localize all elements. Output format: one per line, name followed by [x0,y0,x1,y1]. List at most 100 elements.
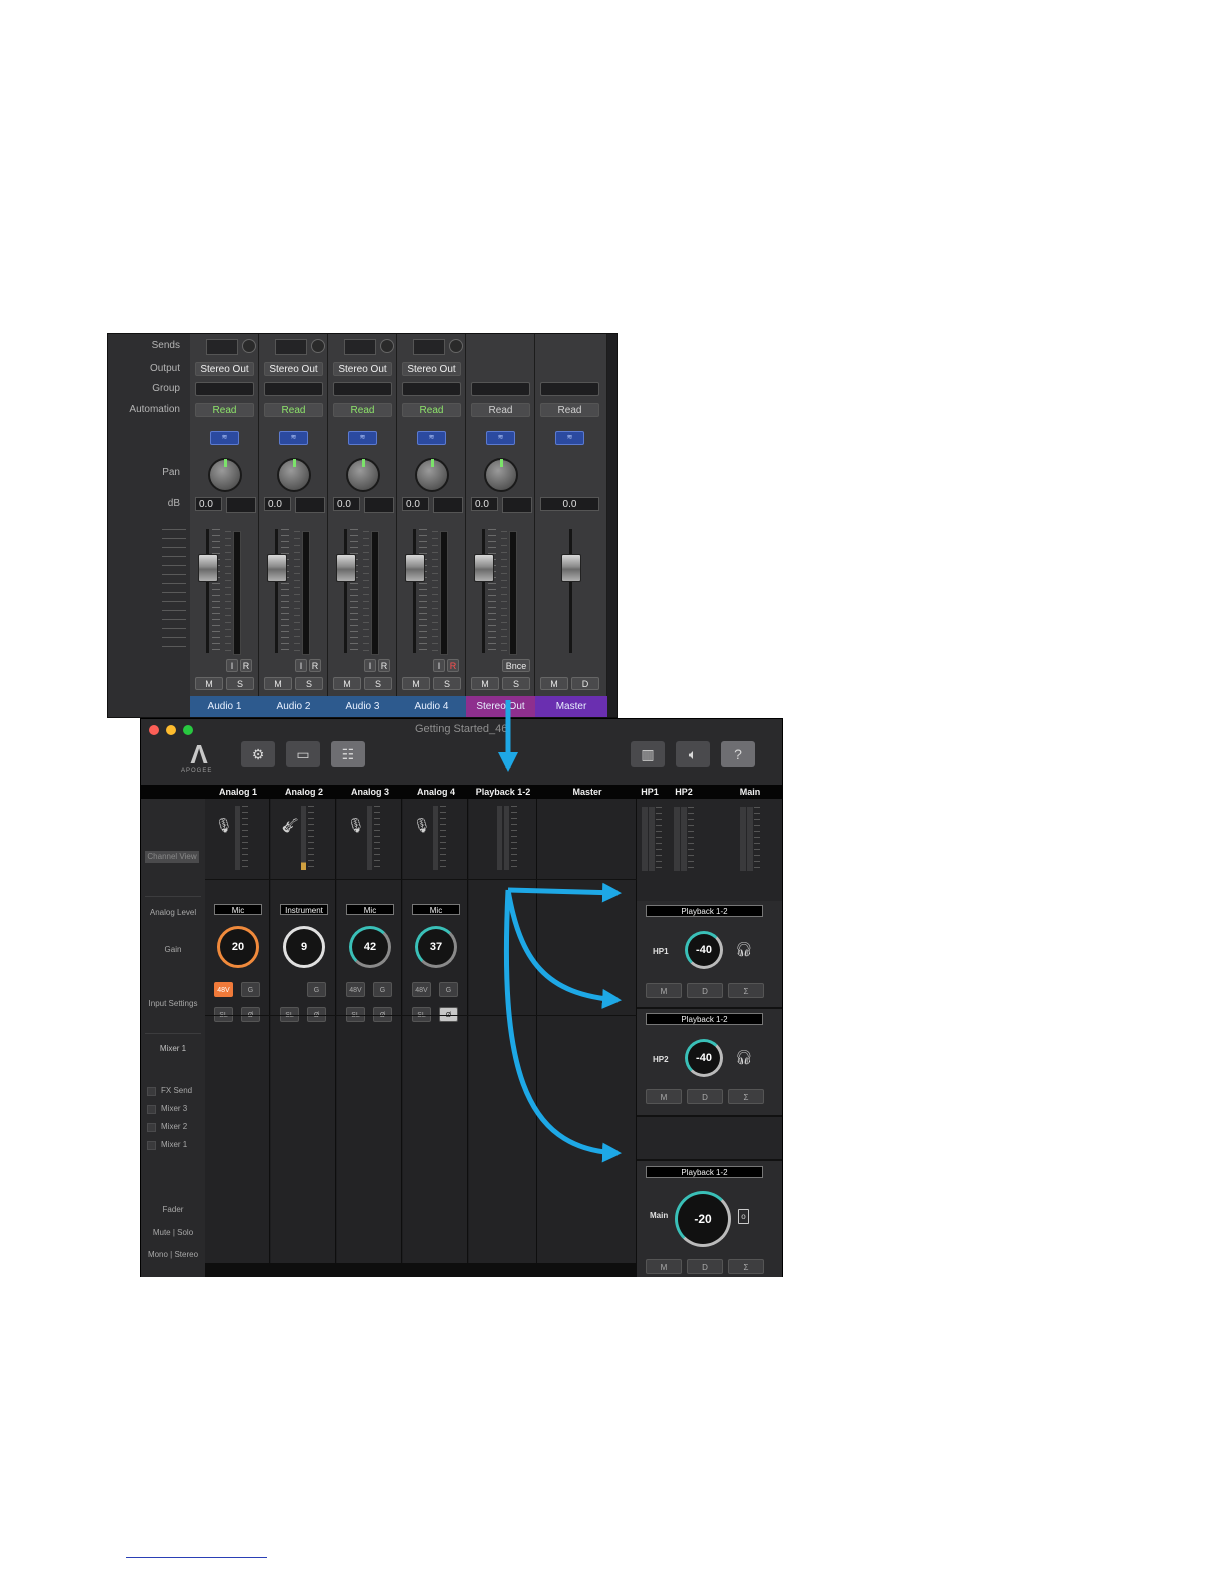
volume-fader[interactable] [474,554,494,582]
mute-button[interactable]: M [471,677,499,690]
hp1-mute-button[interactable]: M [646,983,682,998]
solo-button[interactable]: S [433,677,461,690]
volume-readout[interactable]: 0.0 [540,497,599,511]
send-slot[interactable] [206,339,238,355]
volume-readout[interactable]: 0.0 [471,497,498,511]
gain-knob[interactable]: 20 [217,926,259,968]
pan-knob[interactable] [484,458,518,492]
channel-name[interactable]: Audio 1 [190,696,259,717]
volume-fader[interactable] [198,554,218,582]
input-source-select[interactable]: Instrument [280,904,328,915]
zoom-button[interactable] [183,725,193,735]
fx-send-checkbox[interactable] [147,1087,156,1096]
phantom-power-button[interactable]: 48V [412,982,431,997]
main-sum-button[interactable]: Σ [728,1259,764,1274]
meters-icon[interactable]: ▥ [631,741,665,767]
output-button[interactable]: Stereo Out [402,362,461,376]
input-source-select[interactable]: Mic [346,904,394,915]
output-button[interactable]: Stereo Out [195,362,254,376]
pan-knob[interactable] [415,458,449,492]
hp1-sum-button[interactable]: Σ [728,983,764,998]
volume-readout[interactable]: 0.0 [333,497,360,511]
hp2-sum-button[interactable]: Σ [728,1089,764,1104]
main-dim-button[interactable]: D [687,1259,723,1274]
gain-knob[interactable]: 37 [415,926,457,968]
volume-fader[interactable] [561,554,581,582]
dim-button[interactable]: D [571,677,599,690]
automation-button[interactable]: Read [540,403,599,417]
mute-button[interactable]: M [333,677,361,690]
mute-button[interactable]: M [195,677,223,690]
group-button[interactable]: G [439,982,458,997]
bounce-button[interactable]: Bnce [502,659,530,672]
input-monitor-button[interactable]: I [364,659,376,672]
mixer-2-checkbox[interactable] [147,1123,156,1132]
channel-name[interactable]: Audio 3 [328,696,397,717]
gain-knob[interactable]: 9 [283,926,325,968]
main-source-select[interactable]: Playback 1-2 [646,1166,763,1178]
record-enable-button[interactable]: R [447,659,459,672]
send-knob[interactable] [242,339,256,353]
automation-button[interactable]: Read [195,403,254,417]
solo-button[interactable]: S [364,677,392,690]
close-button[interactable] [149,725,159,735]
output-button[interactable]: Stereo Out [264,362,323,376]
output-button[interactable]: Stereo Out [333,362,392,376]
channel-view-button[interactable]: Channel View [145,851,199,863]
hp1-level-knob[interactable]: -40 [685,931,723,969]
input-source-select[interactable]: Mic [214,904,262,915]
hp2-source-select[interactable]: Playback 1-2 [646,1013,763,1025]
record-enable-button[interactable]: R [240,659,252,672]
speaker-icon[interactable]: 🔈︎ [676,741,710,767]
main-level-knob[interactable]: -20 [675,1191,731,1247]
channel-name[interactable]: Master [535,696,607,717]
volume-readout[interactable]: 0.0 [195,497,222,511]
mixer-label[interactable]: Mixer 1 [141,1044,205,1053]
waveform-icon[interactable]: ≋ [279,431,308,445]
mute-button[interactable]: M [402,677,430,690]
send-knob[interactable] [311,339,325,353]
hp2-mute-button[interactable]: M [646,1089,682,1104]
record-enable-button[interactable]: R [378,659,390,672]
record-enable-button[interactable]: R [309,659,321,672]
mixer-view-icon[interactable]: ☷ [331,741,365,767]
mixer-3-checkbox[interactable] [147,1105,156,1114]
send-slot[interactable] [413,339,445,355]
hp1-source-select[interactable]: Playback 1-2 [646,905,763,917]
volume-readout[interactable]: 0.0 [402,497,429,511]
main-mute-button[interactable]: M [646,1259,682,1274]
volume-fader[interactable] [405,554,425,582]
group-button[interactable]: G [373,982,392,997]
pan-knob[interactable] [208,458,242,492]
volume-fader[interactable] [336,554,356,582]
automation-button[interactable]: Read [471,403,530,417]
input-monitor-button[interactable]: I [226,659,238,672]
automation-button[interactable]: Read [402,403,461,417]
settings-gear-icon[interactable]: ⚙ [241,741,275,767]
help-icon[interactable]: ? [721,741,755,767]
send-knob[interactable] [449,339,463,353]
group-slot[interactable] [333,382,392,396]
channel-name[interactable]: Audio 4 [397,696,466,717]
minimize-button[interactable] [166,725,176,735]
solo-button[interactable]: S [226,677,254,690]
solo-button[interactable]: S [295,677,323,690]
send-slot[interactable] [275,339,307,355]
group-slot[interactable] [471,382,530,396]
waveform-icon[interactable]: ≋ [486,431,515,445]
automation-button[interactable]: Read [264,403,323,417]
hp2-dim-button[interactable]: D [687,1089,723,1104]
group-slot[interactable] [264,382,323,396]
waveform-icon[interactable]: ≋ [210,431,239,445]
group-slot[interactable] [540,382,599,396]
automation-button[interactable]: Read [333,403,392,417]
input-monitor-button[interactable]: I [433,659,445,672]
pan-knob[interactable] [346,458,380,492]
input-source-select[interactable]: Mic [412,904,460,915]
phantom-power-button[interactable]: 48V [346,982,365,997]
waveform-icon[interactable]: ≋ [555,431,584,445]
channel-name[interactable]: Stereo Out [466,696,535,717]
group-button[interactable]: G [307,982,326,997]
group-slot[interactable] [195,382,254,396]
send-slot[interactable] [344,339,376,355]
